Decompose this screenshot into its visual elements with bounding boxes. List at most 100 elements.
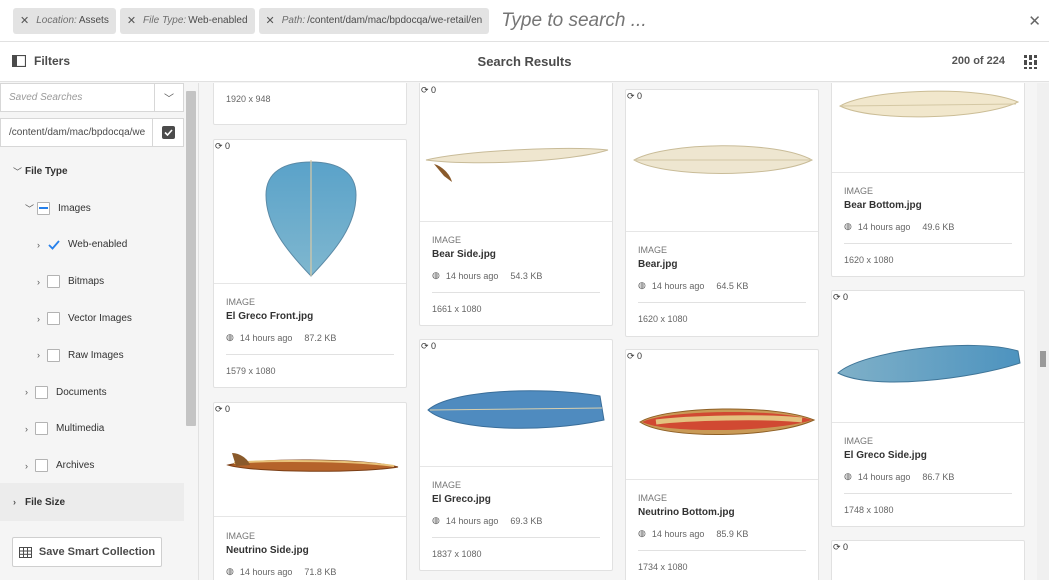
asset-time: 14 hours ago bbox=[239, 566, 293, 577]
filter-archives[interactable]: › Archives bbox=[0, 447, 184, 484]
results-scrollbar[interactable] bbox=[1037, 83, 1049, 580]
vector-images-checkbox[interactable] bbox=[47, 312, 60, 326]
asset-time: 14 hours ago bbox=[651, 280, 705, 291]
search-input[interactable] bbox=[501, 9, 1032, 32]
chevron-right-icon[interactable]: › bbox=[37, 277, 47, 287]
filter-file-size[interactable]: › File Size bbox=[0, 483, 184, 521]
globe-icon: ◍ bbox=[226, 332, 234, 342]
filter-label: Images bbox=[58, 202, 91, 214]
filter-web-enabled[interactable]: › Web-enabled bbox=[0, 227, 184, 264]
card-view-icon[interactable] bbox=[1024, 55, 1037, 69]
sync-count: 0 bbox=[637, 91, 643, 101]
documents-checkbox[interactable] bbox=[35, 385, 48, 399]
path-filter[interactable]: /content/dam/mac/bpdocqa/we bbox=[0, 118, 184, 147]
tag-key: Location: bbox=[36, 15, 77, 26]
asset-dimensions: 1620 x 1080 bbox=[844, 255, 894, 265]
scroll-thumb[interactable] bbox=[1040, 351, 1046, 367]
multimedia-checkbox[interactable] bbox=[35, 422, 48, 436]
tag-value: Web-enabled bbox=[188, 15, 248, 26]
sync-count: 0 bbox=[843, 292, 849, 302]
chevron-right-icon[interactable]: › bbox=[37, 240, 47, 250]
asset-dimensions: 1837 x 1080 bbox=[432, 549, 482, 559]
web-enabled-checkbox[interactable] bbox=[47, 238, 60, 251]
asset-dimensions: 1661 x 1080 bbox=[432, 304, 482, 314]
divider bbox=[638, 302, 806, 303]
asset-card[interactable]: ⟳ 0 IMAGE El Greco Front.jpg ◍ 14 hours a… bbox=[213, 139, 407, 388]
tag-location[interactable]: ✕ Location: Assets bbox=[13, 7, 116, 34]
chevron-down-icon[interactable]: ﹀ bbox=[154, 84, 183, 111]
surfboard-side-image bbox=[425, 147, 609, 182]
archives-checkbox[interactable] bbox=[35, 459, 48, 473]
filter-file-type[interactable]: ﹀ File Type bbox=[0, 153, 184, 190]
chevron-down-icon[interactable]: ﹀ bbox=[25, 202, 35, 215]
asset-type: IMAGE bbox=[432, 235, 462, 245]
filter-raw-images[interactable]: › Raw Images bbox=[0, 337, 184, 374]
sync-icon: ⟳ 0 bbox=[627, 91, 643, 101]
remove-tag-icon[interactable]: ✕ bbox=[127, 14, 136, 27]
sync-icon: ⟳ 0 bbox=[421, 85, 437, 95]
tag-value: Assets bbox=[78, 15, 109, 26]
checkmark-icon bbox=[161, 126, 175, 139]
chevron-right-icon[interactable]: › bbox=[25, 461, 35, 471]
close-icon[interactable]: ✕ bbox=[1028, 12, 1041, 30]
chevron-down-icon[interactable]: ﹀ bbox=[13, 165, 23, 178]
chevron-right-icon[interactable]: › bbox=[25, 424, 35, 434]
sync-count: 0 bbox=[225, 404, 231, 414]
sync-count: 0 bbox=[431, 341, 437, 351]
asset-card[interactable]: ⟳ 0 IMAGE Bear Side.jpg ◍ 14 hours ago 54.… bbox=[419, 83, 613, 326]
asset-size: 54.3 KB bbox=[510, 270, 543, 281]
filter-vector-images[interactable]: › Vector Images bbox=[0, 300, 184, 337]
chevron-right-icon[interactable]: › bbox=[25, 387, 35, 397]
asset-card[interactable]: ⟳ 0 IMAGE El Greco.jpg ◍ 14 hours ago 69.3… bbox=[419, 339, 613, 571]
sync-count: 0 bbox=[637, 351, 643, 361]
asset-thumbnail: ⟳ 0 bbox=[832, 291, 1024, 423]
asset-thumbnail: ⟳ 0 bbox=[626, 90, 818, 232]
asset-card[interactable]: ⟳ 0 IMAGE Neutrino Bottom.jpg ◍ 14 hours … bbox=[625, 349, 819, 580]
sync-icon: ⟳ 0 bbox=[833, 542, 849, 552]
bitmaps-checkbox[interactable] bbox=[47, 275, 60, 289]
asset-card[interactable]: ⟳ 0 bbox=[831, 540, 1025, 580]
save-smart-collection-button[interactable]: Save Smart Collection bbox=[12, 537, 162, 567]
saved-searches-select[interactable]: Saved Searches ﹀ bbox=[0, 83, 184, 112]
asset-card[interactable]: ⟳ 0 IMAGE Neutrino Side.jpg ◍ 14 hours ag… bbox=[213, 402, 407, 580]
asset-card[interactable]: ⟳ 0 IMAGE Bear.jpg ◍ 14 hours ago 64.5 KB … bbox=[625, 89, 819, 337]
asset-type: IMAGE bbox=[226, 297, 256, 307]
asset-size: 71.8 KB bbox=[304, 566, 337, 577]
tag-path[interactable]: ✕ Path: /content/dam/mac/bpdocqa/we-reta… bbox=[258, 7, 490, 34]
tag-file-type[interactable]: ✕ File Type: Web-enabled bbox=[119, 7, 255, 34]
chevron-right-icon[interactable]: › bbox=[37, 314, 47, 324]
saved-searches-placeholder: Saved Searches bbox=[9, 92, 83, 103]
filter-label: Vector Images bbox=[68, 313, 132, 325]
divider bbox=[844, 243, 1012, 244]
filter-bitmaps[interactable]: › Bitmaps bbox=[0, 263, 184, 300]
sync-icon: ⟳ 0 bbox=[627, 351, 643, 361]
asset-time: 14 hours ago bbox=[445, 515, 499, 526]
globe-icon: ◍ bbox=[432, 270, 440, 280]
raw-images-checkbox[interactable] bbox=[47, 348, 60, 362]
divider bbox=[844, 493, 1012, 494]
asset-card[interactable]: ⟳ 0 IMAGE El Greco Side.jpg ◍ 14 hours ag… bbox=[831, 290, 1025, 527]
asset-size: 69.3 KB bbox=[510, 515, 543, 526]
filters-toggle-button[interactable]: Filters bbox=[12, 54, 70, 68]
sidebar-scrollbar[interactable] bbox=[186, 91, 196, 426]
images-checkbox[interactable] bbox=[37, 201, 50, 215]
remove-tag-icon[interactable]: ✕ bbox=[20, 14, 29, 27]
results-grid: 1920 x 948 ⟳ 0 IMAGE El Greco Front.jpg … bbox=[200, 83, 1036, 580]
filter-label: Raw Images bbox=[68, 349, 124, 361]
results-header: Filters Search Results 200 of 224 bbox=[0, 42, 1049, 82]
divider bbox=[432, 537, 600, 538]
tag-key: File Type: bbox=[143, 15, 187, 26]
remove-tag-icon[interactable]: ✕ bbox=[266, 14, 275, 27]
asset-card[interactable]: IMAGE Bear Bottom.jpg ◍ 14 hours ago 49.6 … bbox=[831, 83, 1025, 277]
chevron-right-icon[interactable]: › bbox=[13, 497, 25, 507]
surfboard-image bbox=[427, 390, 605, 429]
asset-dimensions: 1748 x 1080 bbox=[844, 505, 894, 515]
asset-card[interactable]: 1920 x 948 bbox=[213, 83, 407, 125]
filter-images[interactable]: ﹀ Images bbox=[0, 190, 184, 227]
search-bar: ✕ Location: Assets ✕ File Type: Web-enab… bbox=[0, 0, 1049, 42]
filter-multimedia[interactable]: › Multimedia bbox=[0, 411, 184, 448]
filter-documents[interactable]: › Documents bbox=[0, 374, 184, 411]
path-checkbox[interactable] bbox=[152, 119, 183, 146]
chevron-right-icon[interactable]: › bbox=[37, 350, 47, 360]
tag-value: /content/dam/mac/bpdocqa/we-retail/en bbox=[307, 15, 483, 26]
